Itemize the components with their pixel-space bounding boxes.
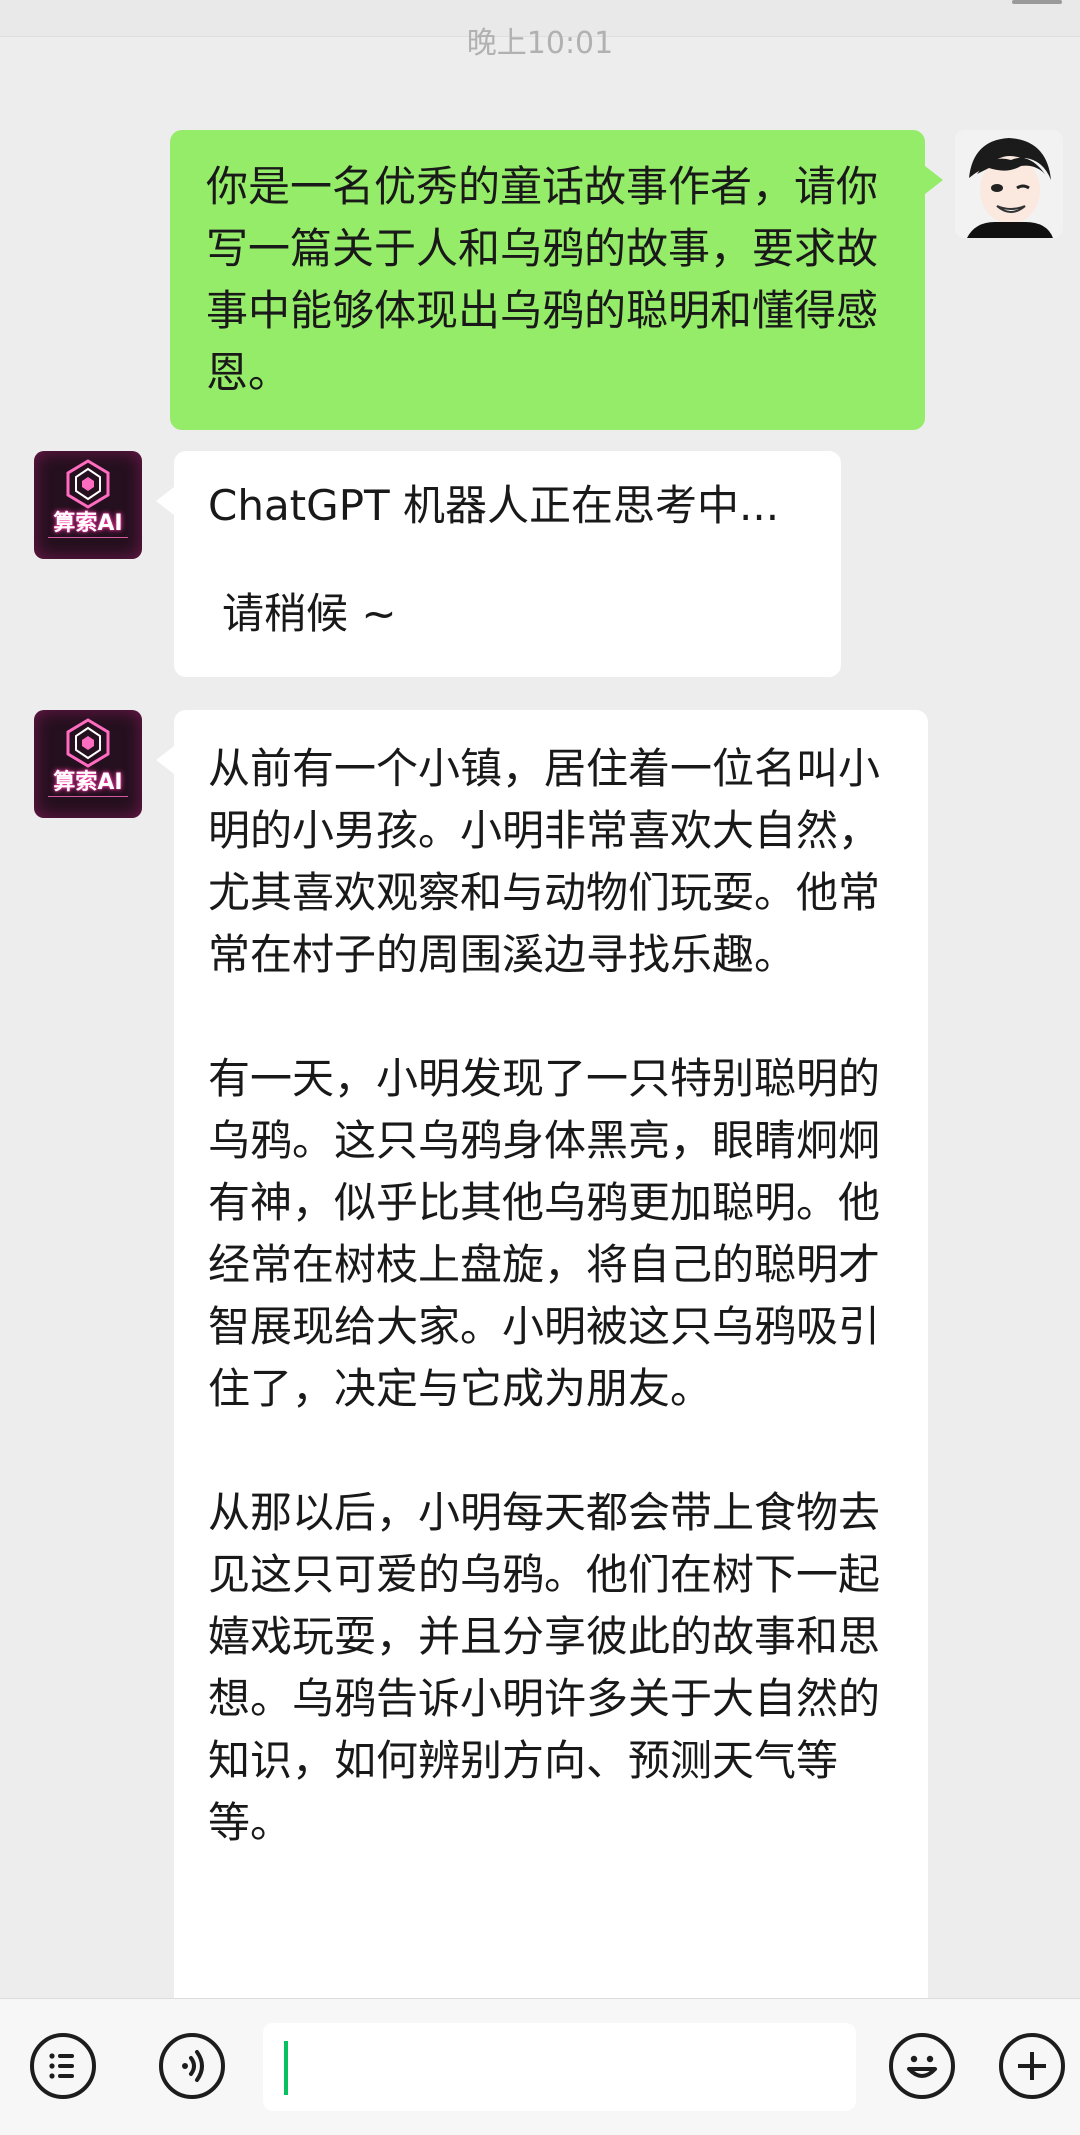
bot-avatar-underline <box>48 537 128 541</box>
bot-avatar-label: 算索AI <box>53 511 123 536</box>
bot-avatar-icon[interactable]: 算索AI <box>34 710 142 818</box>
bot-waiting-line2: 请稍候 ~ <box>222 589 397 638</box>
message-input[interactable] <box>263 2023 856 2111</box>
plus-icon[interactable] <box>999 2033 1065 2099</box>
top-indicator <box>1012 0 1062 4</box>
story-paragraph: 有一天，小明发现了一只特别聪明的乌鸦。这只乌鸦身体黑亮，眼睛炯炯有神，似乎比其他… <box>208 1054 881 1413</box>
user-message-text: 你是一名优秀的童话故事作者，请你写一篇关于人和乌鸦的故事，要求故事中能够体现出乌… <box>206 162 879 397</box>
bot-waiting-bubble[interactable]: ChatGPT 机器人正在思考中... 请稍候 ~ <box>156 451 841 677</box>
bot-avatar-underline <box>48 796 128 800</box>
chat-input-bar <box>0 1998 1080 2135</box>
bot-waiting-line1: ChatGPT 机器人正在思考中... <box>208 481 780 530</box>
user-avatar-icon[interactable] <box>955 130 1063 238</box>
emoji-icon[interactable] <box>889 2033 955 2099</box>
user-message-bubble[interactable]: 你是一名优秀的童话故事作者，请你写一篇关于人和乌鸦的故事，要求故事中能够体现出乌… <box>170 130 943 430</box>
voice-icon[interactable] <box>159 2033 225 2099</box>
text-caret <box>284 2041 288 2095</box>
message-timestamp: 晚上10:01 <box>466 26 614 61</box>
bot-avatar-label: 算索AI <box>53 770 123 795</box>
list-icon[interactable] <box>30 2033 96 2099</box>
story-paragraph: 从前有一个小镇，居住着一位名叫小明的小男孩。小明非常喜欢大自然，尤其喜欢观察和与… <box>208 744 881 979</box>
story-paragraph: 从那以后，小明每天都会带上食物去见这只可爱的乌鸦。他们在树下一起嬉戏玩耍，并且分… <box>208 1488 881 1847</box>
bot-story-bubble[interactable]: 从前有一个小镇，居住着一位名叫小明的小男孩。小明非常喜欢大自然，尤其喜欢观察和与… <box>156 710 928 2010</box>
bot-avatar-icon[interactable]: 算索AI <box>34 451 142 559</box>
